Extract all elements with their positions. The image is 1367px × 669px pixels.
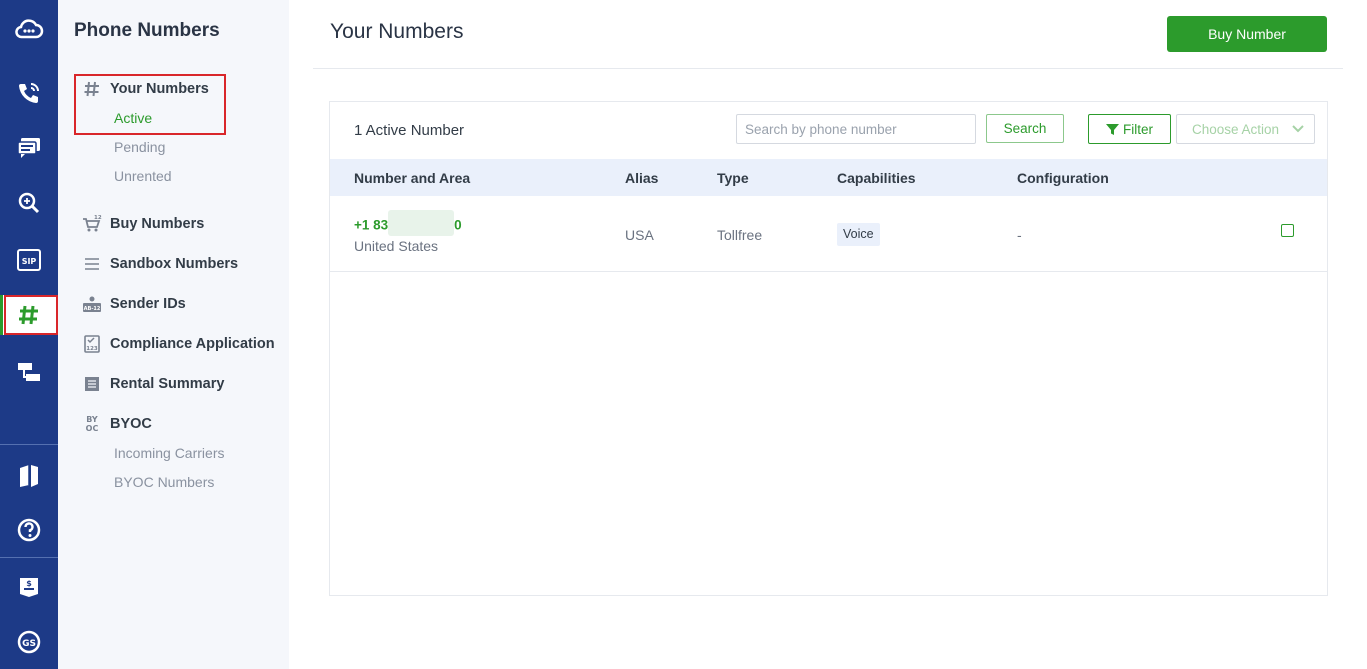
redacted-digits: [388, 210, 455, 236]
table-grid-icon: [82, 375, 102, 393]
lookup-search-icon[interactable]: [0, 183, 58, 223]
documentation-book-icon[interactable]: [0, 455, 58, 495]
sidebar-item-label: Compliance Application: [110, 336, 275, 352]
header-divider: [313, 68, 1343, 69]
svg-text:OC: OC: [86, 424, 99, 433]
cart-icon: 123: [82, 215, 102, 233]
search-button[interactable]: Search: [986, 114, 1064, 143]
id-badge-icon: AB-12: [82, 295, 102, 313]
sidebar-item-label: Sandbox Numbers: [110, 256, 239, 272]
help-question-icon[interactable]: [0, 510, 58, 550]
billing-icon[interactable]: $: [0, 566, 58, 606]
search-input[interactable]: [736, 114, 976, 144]
svg-text:BY: BY: [86, 415, 98, 424]
sidebar-title: Phone Numbers: [74, 20, 220, 41]
sidebar-subitem-byoc-numbers[interactable]: BYOC Numbers: [114, 474, 214, 490]
sidebar-subitem-pending[interactable]: Pending: [114, 139, 165, 155]
choose-action-select[interactable]: Choose Action: [1176, 114, 1315, 144]
alias-cell: USA: [625, 227, 654, 243]
svg-text:SIP: SIP: [22, 257, 37, 266]
filter-label: Filter: [1123, 121, 1153, 137]
svg-text:AB-12: AB-12: [84, 306, 101, 312]
phone-numbers-hash-icon[interactable]: [0, 295, 58, 335]
messaging-icon[interactable]: [0, 128, 58, 168]
svg-text:GS: GS: [22, 639, 36, 649]
page-title: Your Numbers: [330, 20, 464, 43]
sidebar-subitem-active[interactable]: Active: [114, 110, 152, 126]
column-header-type: Type: [717, 170, 749, 186]
capability-badge: Voice: [837, 223, 880, 246]
column-header-capabilities: Capabilities: [837, 170, 916, 186]
sip-trunk-icon[interactable]: SIP: [0, 240, 58, 280]
filter-funnel-icon: [1106, 123, 1119, 135]
main-content: Your Numbers Buy Number 1 Active Number …: [289, 0, 1367, 669]
table-row[interactable]: +1 83 0 United States USA Tollfree Voice …: [330, 197, 1327, 272]
app-rail: SIP $ GS: [0, 0, 58, 669]
byoc-icon: BY OC: [82, 415, 102, 433]
sidebar-item-compliance-application[interactable]: 123 Compliance Application: [82, 333, 275, 355]
table-header: Number and Area Alias Type Capabilities …: [330, 159, 1327, 196]
sidebar-item-sender-ids[interactable]: AB-12 Sender IDs: [82, 293, 186, 315]
sidebar-item-label: Your Numbers: [110, 81, 209, 97]
type-cell: Tollfree: [717, 227, 763, 243]
sidebar-item-label: Sender IDs: [110, 296, 186, 312]
voice-call-icon[interactable]: [0, 73, 58, 113]
sidebar-item-your-numbers[interactable]: Your Numbers: [82, 78, 209, 100]
chevron-down-icon: [1292, 125, 1304, 133]
list-icon: [82, 255, 102, 273]
filter-button[interactable]: Filter: [1088, 114, 1171, 144]
phone-numbers-sidebar: Phone Numbers Your Numbers Active Pendin…: [58, 0, 289, 669]
column-header-number: Number and Area: [354, 170, 471, 186]
sidebar-subitem-incoming-carriers[interactable]: Incoming Carriers: [114, 445, 224, 461]
flow-builder-icon[interactable]: [0, 352, 58, 392]
number-area: United States: [354, 238, 439, 254]
choose-action-label: Choose Action: [1192, 121, 1280, 137]
sidebar-item-buy-numbers[interactable]: 123 Buy Numbers: [82, 213, 204, 235]
svg-text:123: 123: [94, 215, 102, 221]
sidebar-item-rental-summary[interactable]: Rental Summary: [82, 373, 224, 395]
buy-number-button[interactable]: Buy Number: [1167, 16, 1327, 52]
compliance-doc-icon: 123: [82, 335, 102, 353]
active-count: 1 Active Number: [354, 122, 465, 139]
sidebar-item-label: Buy Numbers: [110, 216, 205, 232]
numbers-panel: 1 Active Number Search Filter Choose Act…: [329, 101, 1328, 596]
row-select-checkbox[interactable]: [1281, 224, 1294, 237]
rail-divider: [0, 557, 58, 558]
configuration-cell: -: [1017, 227, 1022, 243]
sidebar-item-byoc[interactable]: BY OC BYOC: [82, 413, 152, 435]
svg-text:123: 123: [86, 346, 98, 352]
column-header-alias: Alias: [625, 170, 659, 186]
rail-divider: [0, 444, 58, 445]
sidebar-subitem-unrented[interactable]: Unrented: [114, 168, 172, 184]
cloud-logo-icon[interactable]: [0, 8, 58, 48]
sidebar-item-label: Rental Summary: [110, 376, 225, 392]
column-header-configuration: Configuration: [1017, 170, 1109, 186]
account-avatar-icon[interactable]: GS: [0, 622, 58, 662]
phone-number-link[interactable]: +1 83 0: [354, 210, 462, 236]
sidebar-item-sandbox-numbers[interactable]: Sandbox Numbers: [82, 253, 238, 275]
svg-text:$: $: [26, 579, 32, 588]
hash-icon: [82, 80, 102, 98]
sidebar-item-label: BYOC: [110, 416, 152, 432]
